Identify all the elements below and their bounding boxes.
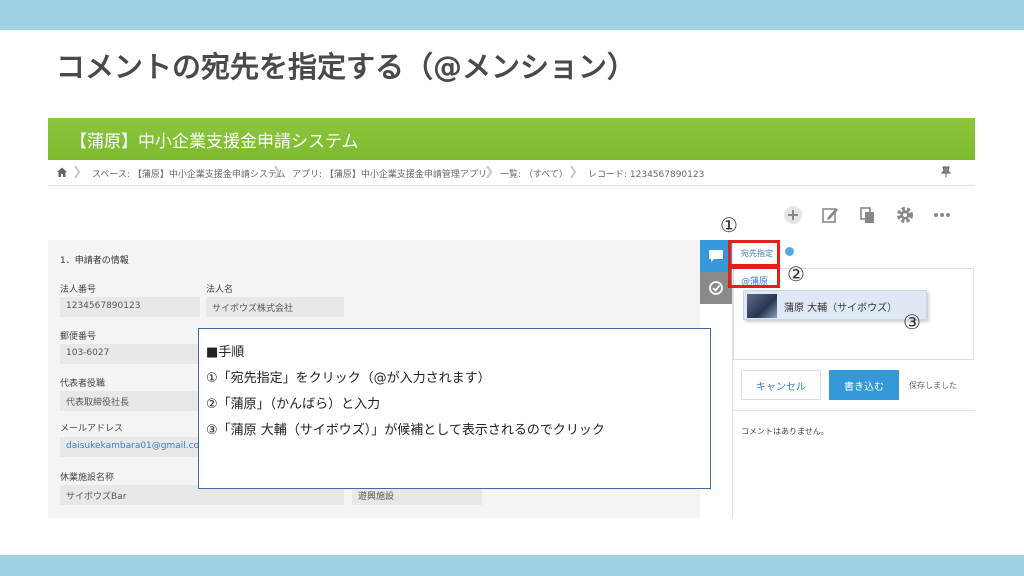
plus-icon[interactable] [782, 204, 804, 226]
breadcrumb-space[interactable]: スペース: 【蒲原】中小企業支援金申請システム [92, 167, 286, 180]
corp-name-value: サイボウズ株式会社 [206, 297, 344, 317]
step-2: ②「蒲原」（かんばら）と入力 [206, 397, 381, 412]
marker-2: ② [787, 262, 805, 286]
facility-label: 休業施設名称 [60, 473, 115, 483]
breadcrumb-separator: ❯ [72, 164, 83, 178]
breadcrumb: ❯ スペース: 【蒲原】中小企業支援金申請システム ❯ アプリ: 【蒲原】中小企… [48, 160, 975, 186]
rep-title-value: 代表取締役社長 [60, 391, 200, 411]
avatar [747, 294, 777, 318]
slide: コメントの宛先を指定する（@メンション） 【蒲原】中小企業支援金申請システム ❯… [0, 0, 1024, 576]
marker-3: ③ [903, 310, 921, 334]
home-icon[interactable] [56, 166, 68, 178]
slide-title: コメントの宛先を指定する（@メンション） [56, 50, 637, 84]
rep-title-label: 代表者役職 [60, 379, 106, 389]
cancel-button[interactable]: キャンセル [741, 370, 821, 400]
email-label: メールアドレス [60, 424, 124, 434]
history-icon [709, 281, 723, 295]
highlight-mention-input [728, 266, 780, 288]
breadcrumb-view[interactable]: 一覧: （すべて） [500, 167, 568, 180]
more-icon[interactable] [931, 204, 953, 226]
email-value[interactable]: daisukekambara01@gmail.co [60, 437, 200, 457]
pin-icon[interactable] [941, 166, 951, 178]
app-header: 【蒲原】中小企業支援金申請システム [48, 118, 975, 160]
empty-comments-text: コメントはありません。 [741, 427, 829, 436]
comment-icon [709, 250, 723, 262]
breadcrumb-app[interactable]: アプリ: 【蒲原】中小企業支援金申請管理アプリ [292, 167, 487, 180]
steps-heading: ■手順 [206, 345, 245, 360]
step-1: ①「宛先指定」をクリック（@が入力されます） [206, 371, 491, 386]
postal-value: 103-6027 [60, 344, 200, 364]
app-title: 【蒲原】中小企業支援金申請システム [70, 132, 359, 152]
postal-label: 郵便番号 [60, 332, 97, 342]
post-button[interactable]: 書き込む [829, 370, 899, 400]
help-icon[interactable] [785, 247, 794, 256]
gear-icon[interactable] [894, 204, 916, 226]
step-3: ③「蒲原 大輔（サイボウズ）」が候補として表示されるのでクリック [206, 423, 605, 438]
breadcrumb-separator: ❯ [272, 164, 283, 178]
highlight-mention-button [728, 240, 780, 267]
section-title: 1．申請者の情報 [60, 256, 129, 266]
corp-number-value: 1234567890123 [60, 297, 200, 317]
copy-icon[interactable] [856, 204, 878, 226]
instruction-box: ■手順 ①「宛先指定」をクリック（@が入力されます） ②「蒲原」（かんばら）と入… [198, 328, 711, 489]
edit-icon[interactable] [819, 204, 841, 226]
bottom-band [0, 555, 1024, 576]
breadcrumb-separator: ❯ [568, 164, 579, 178]
corp-number-label: 法人番号 [60, 285, 97, 295]
mention-suggestion[interactable]: 蒲原 大輔（サイボウズ） [743, 290, 927, 320]
suggestion-name: 蒲原 大輔（サイボウズ） [784, 303, 898, 314]
saved-status: 保存しました [909, 381, 957, 390]
corp-name-label: 法人名 [206, 285, 234, 295]
top-band [0, 0, 1024, 30]
marker-1: ① [720, 213, 738, 237]
divider [733, 410, 975, 411]
breadcrumb-separator: ❯ [484, 164, 495, 178]
breadcrumb-record: レコード: 1234567890123 [588, 170, 705, 180]
